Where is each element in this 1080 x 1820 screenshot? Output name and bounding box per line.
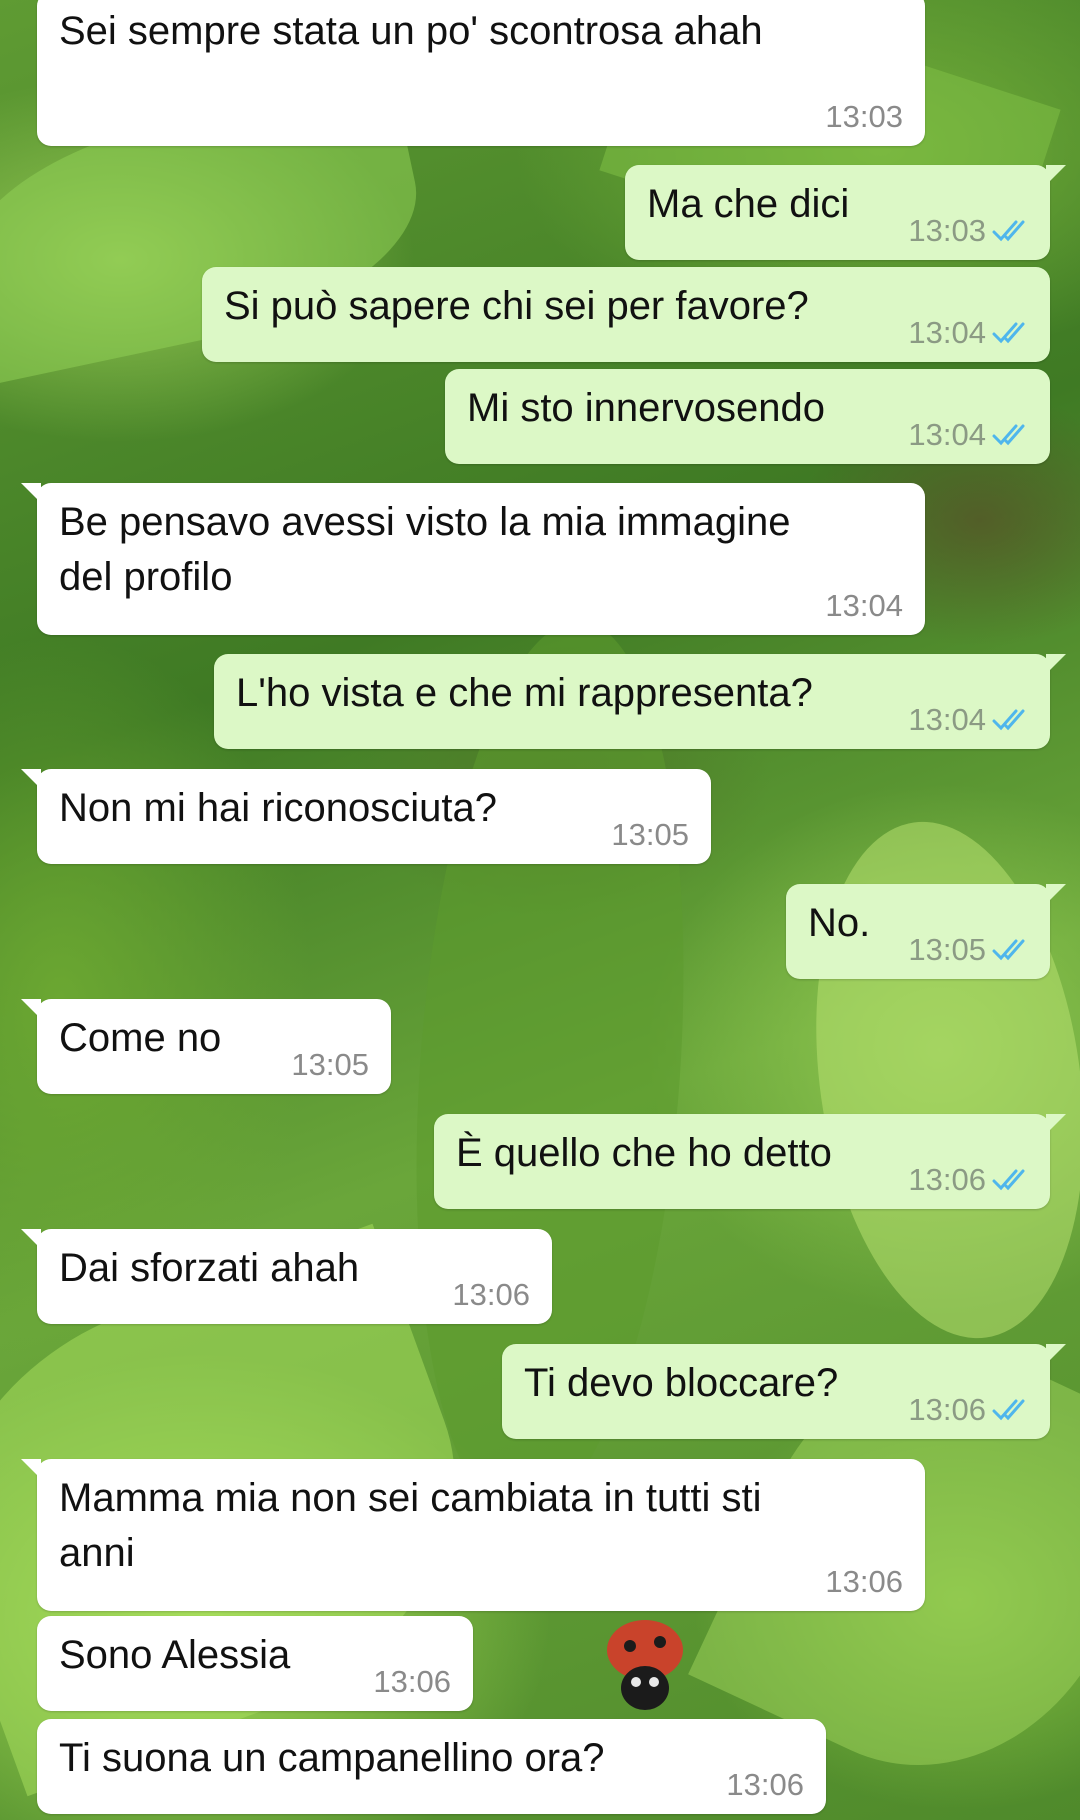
message-meta: 13:03 <box>825 100 903 134</box>
message-meta: 13:05 <box>291 1048 369 1082</box>
message-text: Ma che dici <box>647 182 850 226</box>
message-time: 13:04 <box>825 588 903 623</box>
message-time: 13:05 <box>908 932 986 967</box>
message-text: Mi sto innervosendo <box>467 386 825 430</box>
message-text: Mamma mia non sei cambiata in tutti sti … <box>59 1476 762 1575</box>
read-double-check-icon <box>992 709 1025 731</box>
message-time: 13:06 <box>908 1392 986 1427</box>
message-meta: 13:05 <box>908 933 1032 967</box>
message-meta: 13:06 <box>373 1665 451 1699</box>
message-bubble-incoming[interactable]: Be pensavo avessi visto la mia immagine … <box>21 483 925 635</box>
message-meta: 13:06 <box>825 1565 903 1599</box>
message-meta: 13:04 <box>908 316 1032 350</box>
message-time: 13:05 <box>611 817 689 852</box>
message-bubble-incoming[interactable]: Sei sempre stata un po' scontrosa ahah 1… <box>37 0 925 146</box>
message-bubble-incoming[interactable]: Non mi hai riconosciuta? 13:05 <box>21 769 711 864</box>
message-bubble-incoming[interactable]: Dai sforzati ahah 13:06 <box>21 1229 552 1324</box>
message-meta: 13:06 <box>908 1393 1032 1427</box>
message-bubble-outgoing[interactable]: L'ho vista e che mi rappresenta? 13:04 <box>214 654 1066 749</box>
message-meta: 13:05 <box>611 818 689 852</box>
message-meta: 13:03 <box>908 214 1032 248</box>
message-text: Dai sforzati ahah <box>59 1246 360 1290</box>
message-time: 13:03 <box>825 99 903 134</box>
read-double-check-icon <box>992 424 1025 446</box>
message-meta: 13:04 <box>825 589 903 623</box>
message-text: Sei sempre stata un po' scontrosa ahah <box>59 9 763 53</box>
message-text: Be pensavo avessi visto la mia immagine … <box>59 500 791 599</box>
read-double-check-icon <box>992 220 1025 242</box>
message-meta: 13:04 <box>908 418 1032 452</box>
message-meta: 13:06 <box>908 1163 1032 1197</box>
message-bubble-outgoing[interactable]: No. 13:05 <box>786 884 1066 979</box>
message-bubble-outgoing[interactable]: Ti devo bloccare? 13:06 <box>502 1344 1066 1439</box>
message-time: 13:06 <box>726 1767 804 1802</box>
message-bubble-outgoing[interactable]: È quello che ho detto 13:06 <box>434 1114 1066 1209</box>
message-text: Si può sapere chi sei per favore? <box>224 284 809 328</box>
message-text: Non mi hai riconosciuta? <box>59 786 497 830</box>
read-double-check-icon <box>992 322 1025 344</box>
message-time: 13:04 <box>908 702 986 737</box>
message-bubble-incoming[interactable]: Come no 13:05 <box>21 999 391 1094</box>
message-text: Ti devo bloccare? <box>524 1361 839 1405</box>
message-bubble-outgoing[interactable]: Si può sapere chi sei per favore? 13:04 <box>202 267 1050 362</box>
message-time: 13:03 <box>908 213 986 248</box>
message-bubble-incoming[interactable]: Mamma mia non sei cambiata in tutti sti … <box>21 1459 925 1611</box>
message-text: Come no <box>59 1016 222 1060</box>
message-text: Ti suona un campanellino ora? <box>59 1736 605 1780</box>
message-time: 13:06 <box>452 1277 530 1312</box>
read-double-check-icon <box>992 1399 1025 1421</box>
message-time: 13:06 <box>908 1162 986 1197</box>
message-time: 13:06 <box>373 1664 451 1699</box>
message-bubble-outgoing[interactable]: Mi sto innervosendo 13:04 <box>445 369 1050 464</box>
message-text: Sono Alessia <box>59 1633 291 1677</box>
read-double-check-icon <box>992 1169 1025 1191</box>
message-text: No. <box>808 901 871 945</box>
message-bubble-outgoing[interactable]: Ma che dici 13:03 <box>625 165 1066 260</box>
message-text: È quello che ho detto <box>456 1131 832 1175</box>
message-meta: 13:06 <box>726 1768 804 1802</box>
message-bubble-incoming[interactable]: Sono Alessia 13:06 <box>37 1616 473 1711</box>
message-text: L'ho vista e che mi rappresenta? <box>236 671 813 715</box>
read-double-check-icon <box>992 939 1025 961</box>
message-meta: 13:06 <box>452 1278 530 1312</box>
message-bubble-incoming[interactable]: Ti suona un campanellino ora? 13:06 <box>37 1719 826 1814</box>
message-time: 13:04 <box>908 417 986 452</box>
message-time: 13:06 <box>825 1564 903 1599</box>
message-time: 13:04 <box>908 315 986 350</box>
message-meta: 13:04 <box>908 703 1032 737</box>
message-list[interactable]: Sei sempre stata un po' scontrosa ahah 1… <box>0 0 1080 1820</box>
message-time: 13:05 <box>291 1047 369 1082</box>
